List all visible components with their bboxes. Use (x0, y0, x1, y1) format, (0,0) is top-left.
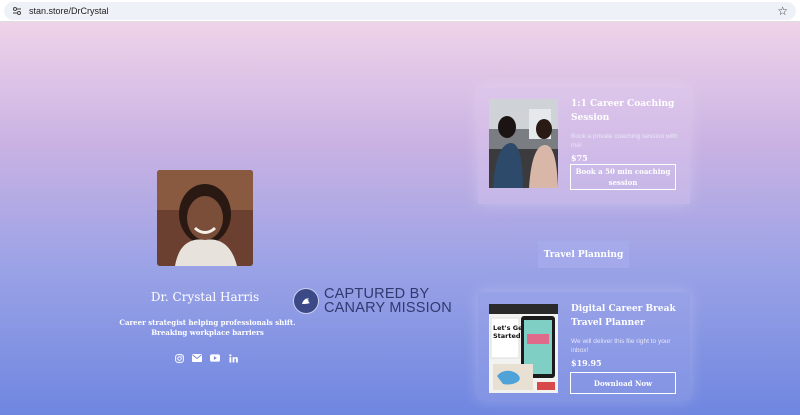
product-description: We will deliver this file right to your … (571, 338, 671, 354)
download-now-button[interactable]: Download Now (570, 372, 676, 394)
product-description: Book a private coaching session with me! (571, 133, 678, 149)
youtube-icon[interactable] (210, 353, 220, 363)
address-bar[interactable]: stan.store/DrCrystal ☆ (4, 2, 796, 20)
svg-text:Started!: Started! (493, 332, 524, 340)
product-price: $19.95 (571, 358, 602, 368)
watermark-line-2: CANARY MISSION (324, 300, 452, 316)
bookmark-star-icon[interactable]: ☆ (777, 4, 788, 18)
site-settings-icon[interactable] (10, 4, 24, 18)
watermark-line-1: CAPTURED BY (324, 286, 430, 302)
product-title[interactable]: Digital Career Break Travel Planner (571, 302, 683, 330)
browser-toolbar: stan.store/DrCrystal ☆ (0, 0, 800, 22)
profile-name: Dr. Crystal Harris (150, 290, 260, 304)
product-card-coaching[interactable]: 1:1 Career Coaching Session Book a priva… (478, 87, 690, 204)
book-coaching-button[interactable]: Book a 50 min coaching session (570, 164, 676, 190)
canary-mission-watermark: CAPTURED BY CANARY MISSION (293, 287, 452, 315)
url-text[interactable]: stan.store/DrCrystal (29, 6, 109, 16)
svg-text:Let's Get: Let's Get (493, 324, 526, 332)
travel-planner-product-image: Let's Get Started! (489, 304, 558, 393)
product-card-travel-planner[interactable]: Let's Get Started! Digital Career Break … (478, 292, 690, 400)
linkedin-icon[interactable] (228, 353, 238, 363)
coaching-product-image (489, 99, 558, 188)
section-header-travel-planning: Travel Planning (538, 241, 629, 268)
product-title[interactable]: 1:1 Career Coaching Session (571, 97, 683, 125)
avatar (157, 170, 253, 266)
instagram-icon[interactable] (174, 353, 184, 363)
email-icon[interactable] (192, 353, 202, 363)
social-links (174, 353, 238, 363)
product-price: $75 (571, 153, 588, 163)
profile-bio: Career strategist helping professionals … (119, 318, 296, 337)
canary-logo-icon (293, 288, 319, 314)
